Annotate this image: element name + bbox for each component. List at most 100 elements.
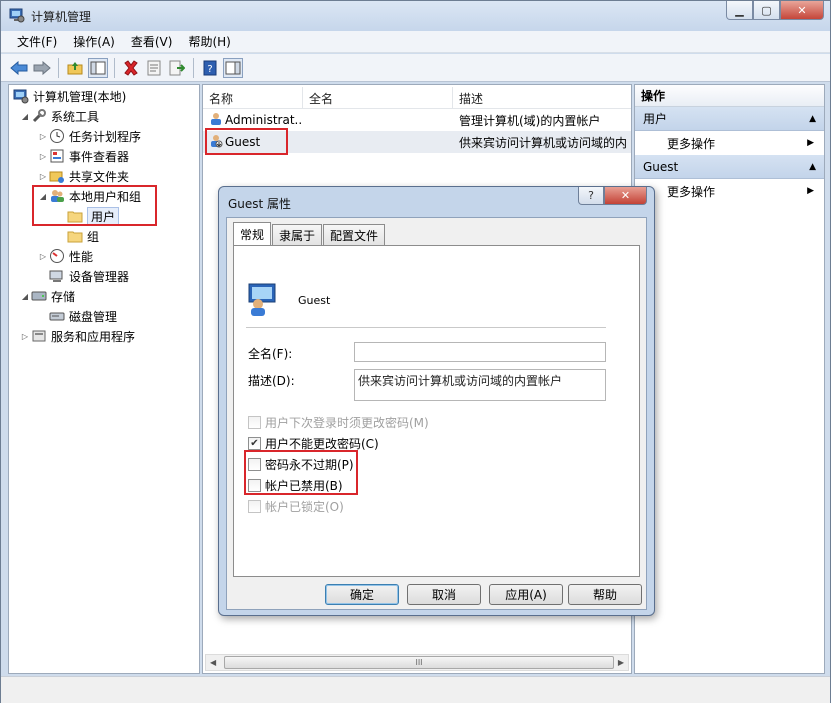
submenu-arrow-icon: ▶ [807,186,814,196]
collapsed-arrow-icon[interactable]: ▷ [37,132,49,141]
disk-management-icon [49,308,65,324]
shared-folder-icon [49,168,65,184]
device-manager-icon [49,268,65,284]
checkbox-must-change-password[interactable]: 用户下次登录时须更改密码(M) [248,413,429,431]
tree-item-device-manager[interactable]: 设备管理器 [49,266,129,286]
storage-icon [31,288,47,304]
list-row-guest[interactable]: Guest 供来宾访问计算机或访问域的内 [203,131,631,153]
collapse-up-icon[interactable]: ▲ [809,162,816,172]
delete-button[interactable] [121,58,141,78]
action-more-actions-users[interactable]: 更多操作 ▶ [635,131,824,155]
collapsed-arrow-icon[interactable]: ▷ [37,252,49,261]
tree-root[interactable]: 计算机管理(本地) [13,86,126,106]
collapsed-arrow-icon[interactable]: ▷ [37,172,49,181]
tree-item-groups[interactable]: 组 [67,226,99,246]
guest-properties-dialog: Guest 属性 ? ✕ 常规 隶属于 配置文件 Guest 全名(F): 描述… [218,186,655,616]
menu-bar: 文件(F) 操作(A) 查看(V) 帮助(H) [1,31,830,53]
tree-root-label: 计算机管理(本地) [33,89,127,104]
column-header-fullname[interactable]: 全名 [303,87,453,109]
dialog-button-row: 确定 取消 应用(A) 帮助 [227,584,648,608]
export-list-button[interactable] [167,58,187,78]
menu-action[interactable]: 操作(A) [65,33,123,50]
back-button[interactable] [9,58,29,78]
checkbox-password-never-expires[interactable]: 密码永不过期(P) [248,455,354,473]
dialog-help-button[interactable]: ? [578,187,604,205]
scroll-right-icon[interactable]: ▶ [618,658,624,667]
checkbox-box[interactable] [248,478,261,492]
column-header-description[interactable]: 描述 [453,87,631,109]
show-hide-tree-button[interactable] [88,57,108,78]
checkbox-box[interactable] [248,415,261,429]
system-tools-icon [31,108,47,124]
expanded-arrow-icon[interactable]: ◢ [19,292,31,301]
column-header-name[interactable]: 名称 [203,87,303,109]
menu-help[interactable]: 帮助(H) [180,33,238,50]
cancel-button[interactable]: 取消 [407,584,481,605]
tree-item-system-tools[interactable]: ◢ 系统工具 [19,106,99,126]
dialog-close-button[interactable]: ✕ [604,187,647,205]
clock-icon [49,128,65,144]
tree-item-users[interactable]: 用户 [67,206,120,226]
title-bar[interactable]: 计算机管理 ▁ ▢ ✕ [1,1,830,31]
tree-item-task-scheduler[interactable]: ▷ 任务计划程序 [37,126,141,146]
dialog-body: 常规 隶属于 配置文件 Guest 全名(F): 描述(D): 供来宾访问计算机… [226,217,647,610]
menu-view[interactable]: 查看(V) [123,33,181,50]
action-section-guest[interactable]: Guest ▲ [635,155,824,179]
tree-item-shared-folders[interactable]: ▷ 共享文件夹 [37,166,129,186]
tab-general[interactable]: 常规 [233,222,272,245]
tree-item-storage[interactable]: ◢ 存储 [19,286,75,306]
tab-profile[interactable]: 配置文件 [323,224,386,245]
minimize-button[interactable]: ▁ [726,1,753,20]
checkbox-account-disabled[interactable]: 帐户已禁用(B) [248,476,343,494]
apply-button[interactable]: 应用(A) [489,584,563,605]
collapse-up-icon[interactable]: ▲ [809,114,816,124]
tree-item-disk-management[interactable]: 磁盘管理 [49,306,117,326]
expanded-arrow-icon[interactable]: ◢ [19,112,31,121]
forward-button[interactable] [32,58,52,78]
disabled-user-icon [209,134,223,151]
minimize-icon: ▁ [735,3,744,17]
checkbox-account-locked[interactable]: 帐户已锁定(O) [248,497,344,515]
show-action-pane-button[interactable] [223,57,243,78]
user-name-label: Guest [298,294,331,307]
fullname-input[interactable] [354,342,606,362]
close-icon: ✕ [797,3,807,17]
scroll-left-icon[interactable]: ◀ [210,658,216,667]
tree-item-event-viewer[interactable]: ▷ 事件查看器 [37,146,129,166]
description-input[interactable]: 供来宾访问计算机或访问域的内置帐户 [354,369,606,401]
up-level-button[interactable] [65,58,85,78]
checkmark-icon[interactable]: ✔ [248,436,261,450]
tree-item-services-apps[interactable]: ▷ 服务和应用程序 [19,326,135,346]
help-button[interactable]: ? [200,58,220,78]
list-row-administrator[interactable]: Administrat... 管理计算机(域)的内置帐户 [203,109,631,131]
tree-item-performance[interactable]: ▷ 性能 [37,246,93,266]
submenu-arrow-icon: ▶ [807,138,814,148]
ok-button[interactable]: 确定 [325,584,399,605]
menu-file[interactable]: 文件(F) [9,33,65,50]
collapsed-arrow-icon[interactable]: ▷ [19,332,31,341]
tree-item-local-users-groups[interactable]: ◢ 本地用户和组 [37,186,141,206]
properties-icon [147,60,161,75]
computer-management-icon [9,7,25,23]
expanded-arrow-icon[interactable]: ◢ [37,192,49,201]
checkbox-box[interactable] [248,457,261,471]
tab-member-of[interactable]: 隶属于 [272,224,323,245]
action-more-actions-guest[interactable]: 更多操作 ▶ [635,179,824,203]
forward-arrow-icon [33,60,51,75]
properties-button[interactable] [144,58,164,78]
console-tree-icon [90,61,106,74]
back-arrow-icon [10,60,28,75]
services-icon [31,328,47,344]
collapsed-arrow-icon[interactable]: ▷ [37,152,49,161]
toolbar-separator [58,57,59,78]
dialog-title: Guest 属性 [228,197,292,211]
checkbox-cannot-change-password[interactable]: ✔ 用户不能更改密码(C) [248,434,379,452]
close-button[interactable]: ✕ [780,1,824,20]
horizontal-scrollbar[interactable]: ◀ III ▶ [205,654,629,671]
action-section-users[interactable]: 用户 ▲ [635,107,824,131]
help-dialog-button[interactable]: 帮助 [568,584,642,605]
help-question-icon: ? [588,189,594,202]
checkbox-box[interactable] [248,499,261,513]
maximize-button[interactable]: ▢ [753,1,780,20]
scroll-thumb[interactable]: III [224,656,614,669]
